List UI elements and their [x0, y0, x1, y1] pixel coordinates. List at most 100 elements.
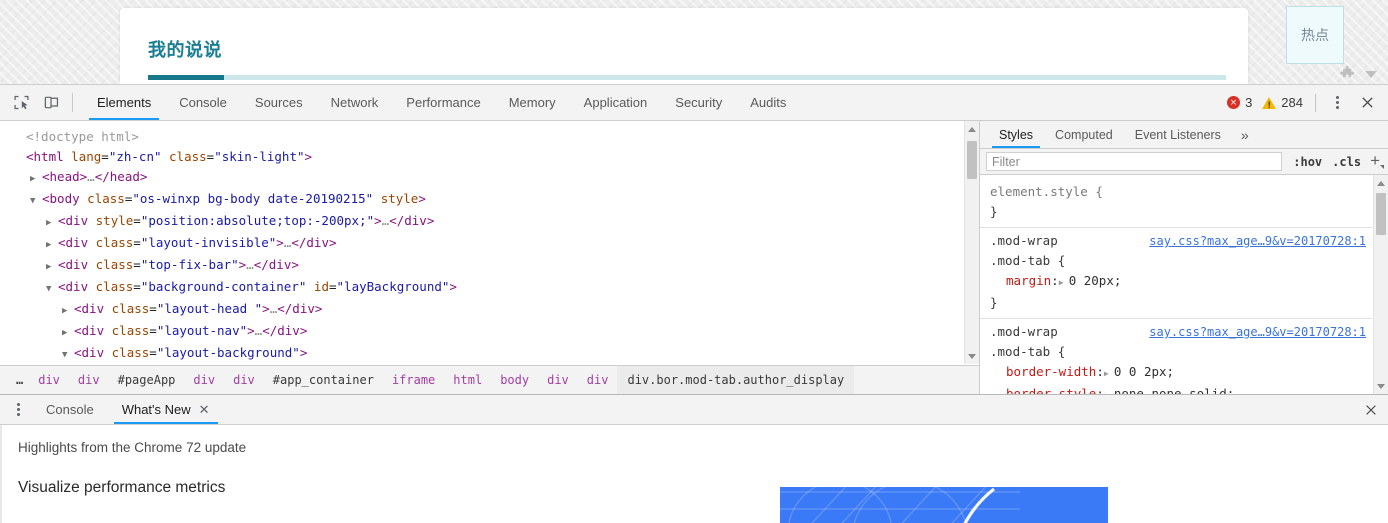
dom-twisty-down-icon[interactable] — [62, 345, 74, 364]
breadcrumb-item[interactable]: div — [224, 369, 264, 391]
breadcrumb-item[interactable]: div — [538, 369, 578, 391]
css-rule-origin-link[interactable]: say.css?max_age…9&v=20170728:1 — [1149, 322, 1366, 342]
puzzle-piece-icon[interactable] — [1340, 66, 1355, 81]
scroll-down-arrow-icon[interactable] — [965, 348, 979, 364]
breadcrumb-item[interactable]: #pageApp — [109, 369, 185, 391]
dom-node-row[interactable]: <div class="background-container" id="la… — [14, 277, 957, 299]
breadcrumb-item[interactable]: div — [578, 369, 618, 391]
dom-twisty-down-icon[interactable] — [46, 279, 58, 299]
scroll-up-arrow-icon[interactable] — [965, 121, 979, 137]
drawer-tab-console[interactable]: Console — [32, 395, 108, 424]
error-counter[interactable]: × 3 — [1223, 95, 1256, 110]
dom-twisty-right-icon[interactable] — [46, 257, 58, 277]
dom-node-row[interactable]: <head>…</head> — [14, 167, 957, 189]
dom-twisty-right-icon[interactable] — [46, 213, 58, 233]
breadcrumb-item[interactable]: div — [184, 369, 224, 391]
css-rule[interactable]: say.css?max_age…9&v=20170728:1.mod-wrap … — [980, 319, 1372, 394]
dom-node-row[interactable]: <div style="position:absolute;top:-200px… — [14, 211, 957, 233]
dom-node-row[interactable]: <div class="layout-head ">…</div> — [14, 299, 957, 321]
styles-scrollbar[interactable] — [1373, 175, 1388, 394]
tab-security[interactable]: Security — [661, 85, 736, 120]
css-rule[interactable]: say.css?max_age…9&v=20170728:1.mod-wrap … — [980, 228, 1372, 319]
drawer-tab-close-icon[interactable]: ✕ — [199, 403, 210, 416]
css-shorthand-expander-icon[interactable] — [1059, 273, 1069, 293]
kebab-menu-icon[interactable] — [1324, 90, 1350, 116]
css-property-name[interactable]: border-style — [1006, 386, 1096, 394]
cls-toggle-button[interactable]: .cls — [1327, 155, 1366, 169]
tab-network[interactable]: Network — [317, 85, 393, 120]
breadcrumb-item[interactable]: html — [444, 369, 491, 391]
dom-node-row[interactable]: <div class="layout-invisible">…</div> — [14, 233, 957, 255]
css-shorthand-expander-icon[interactable] — [1104, 386, 1114, 394]
drawer-close-icon[interactable] — [1354, 395, 1388, 424]
css-declaration[interactable]: border-style: none none solid; — [990, 384, 1362, 394]
dom-token-val: "zh-cn" — [109, 149, 162, 164]
dom-node-row[interactable]: <!doctype html> — [14, 127, 957, 147]
dom-node-row[interactable]: <div class="layout-background"> — [14, 343, 957, 364]
dom-token-attr: class — [96, 235, 134, 250]
css-colon: : — [1051, 273, 1059, 288]
dom-node-row[interactable]: <div class="layout-nav">…</div> — [14, 321, 957, 343]
page-tab-underline-active — [148, 75, 224, 80]
tab-console[interactable]: Console — [165, 85, 241, 120]
dom-scrollbar-thumb[interactable] — [967, 141, 977, 179]
dom-token-val: "layout-background" — [157, 345, 300, 360]
css-colon: : — [1096, 386, 1104, 394]
hotspot-widget[interactable]: 热点 — [1286, 6, 1344, 64]
dom-twisty-right-icon[interactable] — [30, 169, 42, 189]
device-toolbar-icon[interactable] — [36, 85, 66, 120]
dom-twisty-right-icon[interactable] — [62, 301, 74, 321]
dom-twisty-down-icon[interactable] — [30, 191, 42, 211]
styles-tab-styles[interactable]: Styles — [988, 121, 1044, 148]
breadcrumb-item[interactable]: div.bor.mod-tab.author_display — [617, 366, 854, 394]
dom-twisty-right-icon[interactable] — [62, 323, 74, 343]
dom-twisty-right-icon[interactable] — [46, 235, 58, 255]
hov-toggle-button[interactable]: :hov — [1288, 155, 1327, 169]
warning-counter[interactable]: ! 284 — [1258, 95, 1307, 110]
inspect-element-icon[interactable] — [6, 85, 36, 120]
css-declaration[interactable]: margin:0 20px; — [990, 271, 1362, 293]
close-icon[interactable] — [1352, 88, 1382, 118]
breadcrumb-item[interactable]: div — [69, 369, 109, 391]
styles-scrollbar-thumb[interactable] — [1376, 193, 1386, 235]
dom-node-row[interactable]: <html lang="zh-cn" class="skin-light"> — [14, 147, 957, 167]
dom-tree-scrollbar[interactable] — [964, 121, 979, 364]
css-rule[interactable]: element.style {} — [980, 179, 1372, 228]
css-property-value[interactable]: 0 0 2px; — [1114, 364, 1174, 379]
css-property-name[interactable]: margin — [1006, 273, 1051, 288]
breadcrumb-item[interactable]: … — [10, 369, 29, 391]
tab-sources[interactable]: Sources — [241, 85, 317, 120]
tab-elements[interactable]: Elements — [83, 85, 165, 120]
css-declaration[interactable]: border-width:0 0 2px; — [990, 362, 1362, 384]
dom-token-plain: = — [101, 149, 109, 164]
drawer-tab-what-s-new[interactable]: What's New✕ — [108, 395, 224, 424]
dom-token-punc: < — [42, 169, 50, 184]
styles-tab-computed[interactable]: Computed — [1044, 121, 1124, 148]
css-rule-origin-link[interactable]: say.css?max_age…9&v=20170728:1 — [1149, 231, 1366, 251]
chevron-down-icon[interactable] — [1364, 69, 1378, 79]
breadcrumb-item[interactable]: #app_container — [264, 369, 383, 391]
styles-tab-event-listeners[interactable]: Event Listeners — [1124, 121, 1232, 148]
css-shorthand-expander-icon[interactable] — [1104, 364, 1114, 384]
drawer-kebab-menu-icon[interactable] — [4, 395, 32, 424]
styles-filter-input[interactable] — [986, 152, 1282, 171]
breadcrumb-item[interactable]: div — [29, 369, 69, 391]
whats-new-item[interactable]: Visualize performance metrics — [2, 479, 1388, 523]
breadcrumb-item[interactable]: body — [491, 369, 538, 391]
css-property-value[interactable]: none none solid; — [1114, 386, 1234, 394]
dom-node-row[interactable]: <div class="top-fix-bar">…</div> — [14, 255, 957, 277]
css-selector[interactable]: element.style { — [990, 182, 1362, 202]
tab-memory[interactable]: Memory — [495, 85, 570, 120]
breadcrumb-item[interactable]: iframe — [383, 369, 444, 391]
tab-application[interactable]: Application — [570, 85, 662, 120]
new-style-rule-button[interactable]: + — [1366, 154, 1384, 170]
css-property-name[interactable]: border-width — [1006, 364, 1096, 379]
dom-tree[interactable]: <!doctype html><html lang="zh-cn" class=… — [0, 121, 957, 364]
css-property-value[interactable]: 0 20px; — [1069, 273, 1122, 288]
dom-node-row[interactable]: <body class="os-winxp bg-body date-20190… — [14, 189, 957, 211]
tab-performance[interactable]: Performance — [392, 85, 494, 120]
styles-scroll-down-arrow-icon[interactable] — [1374, 378, 1388, 394]
more-tabs-icon[interactable]: » — [1232, 121, 1258, 148]
styles-scroll-up-arrow-icon[interactable] — [1374, 175, 1388, 191]
tab-audits[interactable]: Audits — [736, 85, 800, 120]
